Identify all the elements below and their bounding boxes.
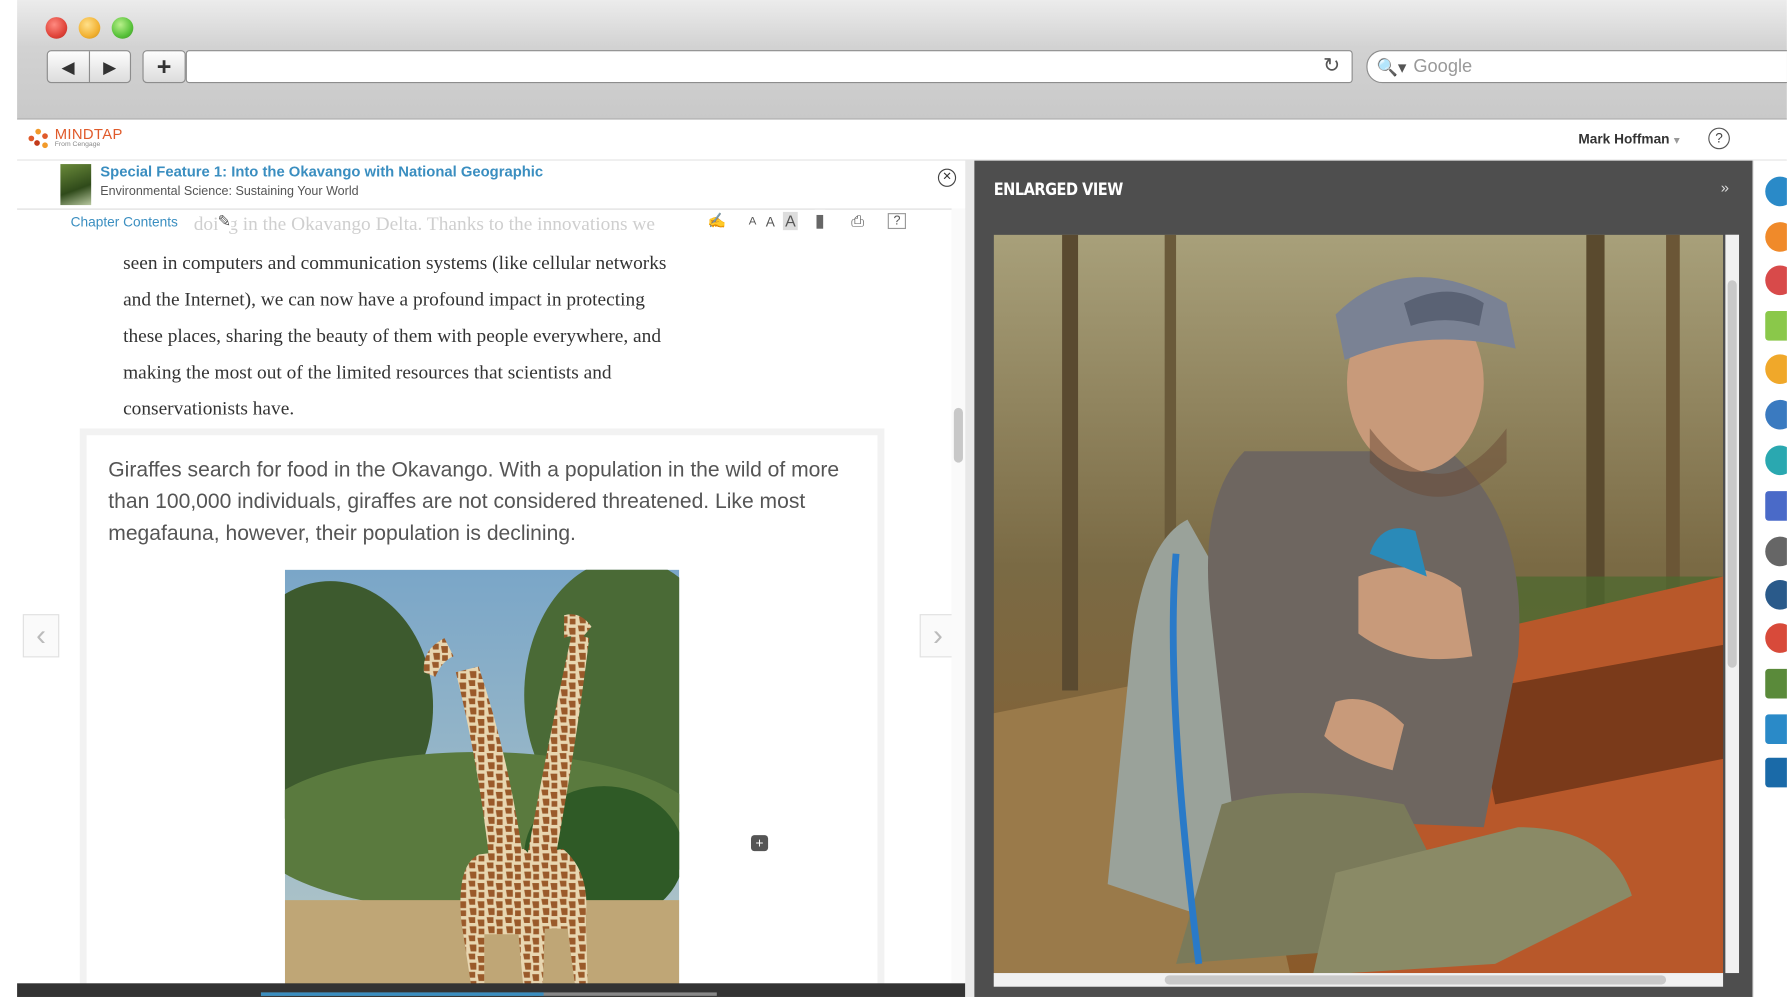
body-line: and the Internet), we can now have a pro… [123,288,645,310]
history-nav: ◀ ▶ [46,50,132,84]
user-name: Mark Hoffman [1578,131,1670,147]
print-icon[interactable]: ⎙ [851,211,865,232]
figure-card: Giraffes search for food in the Okavango… [86,435,878,997]
help-button[interactable]: ? [1708,127,1730,150]
forward-button[interactable]: ▶ [88,51,130,83]
glossary-app-icon[interactable] [1765,311,1787,341]
logo-name: MINDTAP [54,125,123,143]
previous-page-button[interactable]: ‹ [22,614,60,658]
enlarged-vertical-scrollbar[interactable] [1725,234,1740,974]
bookmark-icon[interactable]: ▮ [814,209,825,233]
enlarged-view-pane: ENLARGED VIEW » [974,160,1753,997]
help-icon[interactable]: ? [887,213,907,230]
reader-scrollbar[interactable] [951,208,966,984]
body-line: conservationists have. [123,397,295,420]
body-line: these places, sharing the beauty of them… [123,324,662,347]
new-tab-button[interactable]: + [142,50,186,84]
scrollbar-thumb[interactable] [1727,280,1737,668]
checklist-app-icon[interactable] [1765,668,1787,699]
briefcase-app-icon[interactable] [1765,757,1787,788]
researcher-photo [993,234,1724,974]
reading-progress-bar[interactable] [260,992,717,996]
book-header: Special Feature 1: Into the Okavango wit… [17,161,966,210]
pencil-icon[interactable]: ✎ [217,211,232,232]
collapse-icon[interactable]: » [1721,179,1729,196]
font-size-large-button[interactable]: A [782,211,799,231]
scrollbar-thumb[interactable] [953,407,963,463]
book-title-link[interactable]: Special Feature 1: Into the Okavango wit… [100,163,543,180]
highlighter-icon[interactable]: ✍ [707,211,727,231]
kaltura-app-icon[interactable] [1765,623,1787,653]
reader-toolbar: doing in the Okavango Delta. Thanks to t… [17,209,951,239]
body-line: making the most out of the limited resou… [123,361,612,383]
search-app-icon[interactable] [1765,176,1787,207]
enlarged-horizontal-scrollbar[interactable] [993,973,1724,987]
book-subtitle: Environmental Science: Sustaining Your W… [100,184,359,199]
cnow-app-icon[interactable] [1765,579,1787,610]
book-cover-image [60,164,92,206]
logo-mark-icon [28,126,51,149]
progress-fill [260,992,544,996]
rss-app-icon[interactable] [1765,222,1787,252]
chat-app-icon[interactable] [1765,445,1787,476]
reader-footer [17,983,966,997]
pane-divider[interactable] [965,160,975,997]
mindtap-logo[interactable]: MINDTAP From Cengage [28,126,122,149]
expand-image-button[interactable]: + [750,835,769,852]
body-line: seen in computers and communication syst… [123,251,667,274]
font-size-small-button[interactable]: A [748,215,757,228]
chapter-contents-link[interactable]: Chapter Contents [70,214,183,231]
figure-caption: Giraffes search for food in the Okavango… [108,456,840,545]
app-header: MINDTAP From Cengage Mark Hoffman ▾ ? [17,119,1787,161]
enlarged-view-title: ENLARGED VIEW [993,178,1124,200]
address-bar[interactable]: ↻ [185,50,1353,84]
close-window-button[interactable] [45,17,68,39]
font-size-medium-button[interactable]: A [765,214,775,231]
browser-toolbar: ◀ ▶ + ↻ 🔍▾ Google [17,0,1787,120]
notes-app-icon[interactable] [1765,399,1787,430]
scrollbar-thumb[interactable] [1164,975,1667,985]
reload-icon[interactable]: ↻ [1323,54,1340,78]
logo-subtitle: From Cengage [54,141,101,149]
podcast-app-icon[interactable] [1765,536,1787,567]
messages-app-icon[interactable] [1765,714,1787,745]
search-placeholder: Google [1413,56,1473,76]
back-button[interactable]: ◀ [48,51,88,82]
screenshot-stage: ◀ ▶ + ↻ 🔍▾ Google MINDTAP From Cengage M… [0,0,1787,997]
body-paragraph: seen in computers and communication syst… [123,245,852,427]
search-input[interactable]: 🔍▾ Google [1366,50,1787,84]
readspeaker-app-icon[interactable] [1765,354,1787,384]
user-menu[interactable]: Mark Hoffman ▾ [1578,131,1679,147]
zoom-window-button[interactable] [111,17,134,39]
chevron-down-icon: ▾ [1674,134,1680,146]
faded-previous-text: doing in the Okavango Delta. Thanks to t… [193,213,656,235]
close-icon[interactable]: ✕ [937,168,957,187]
minimize-window-button[interactable] [78,17,101,39]
reader-pane: Special Feature 1: Into the Okavango wit… [17,160,966,997]
merriam-webster-app-icon[interactable] [1765,265,1787,296]
app-dock [1752,160,1787,997]
search-icon: 🔍▾ [1376,57,1407,77]
giraffe-photo[interactable] [284,569,680,997]
flashcards-app-icon[interactable] [1765,491,1787,521]
